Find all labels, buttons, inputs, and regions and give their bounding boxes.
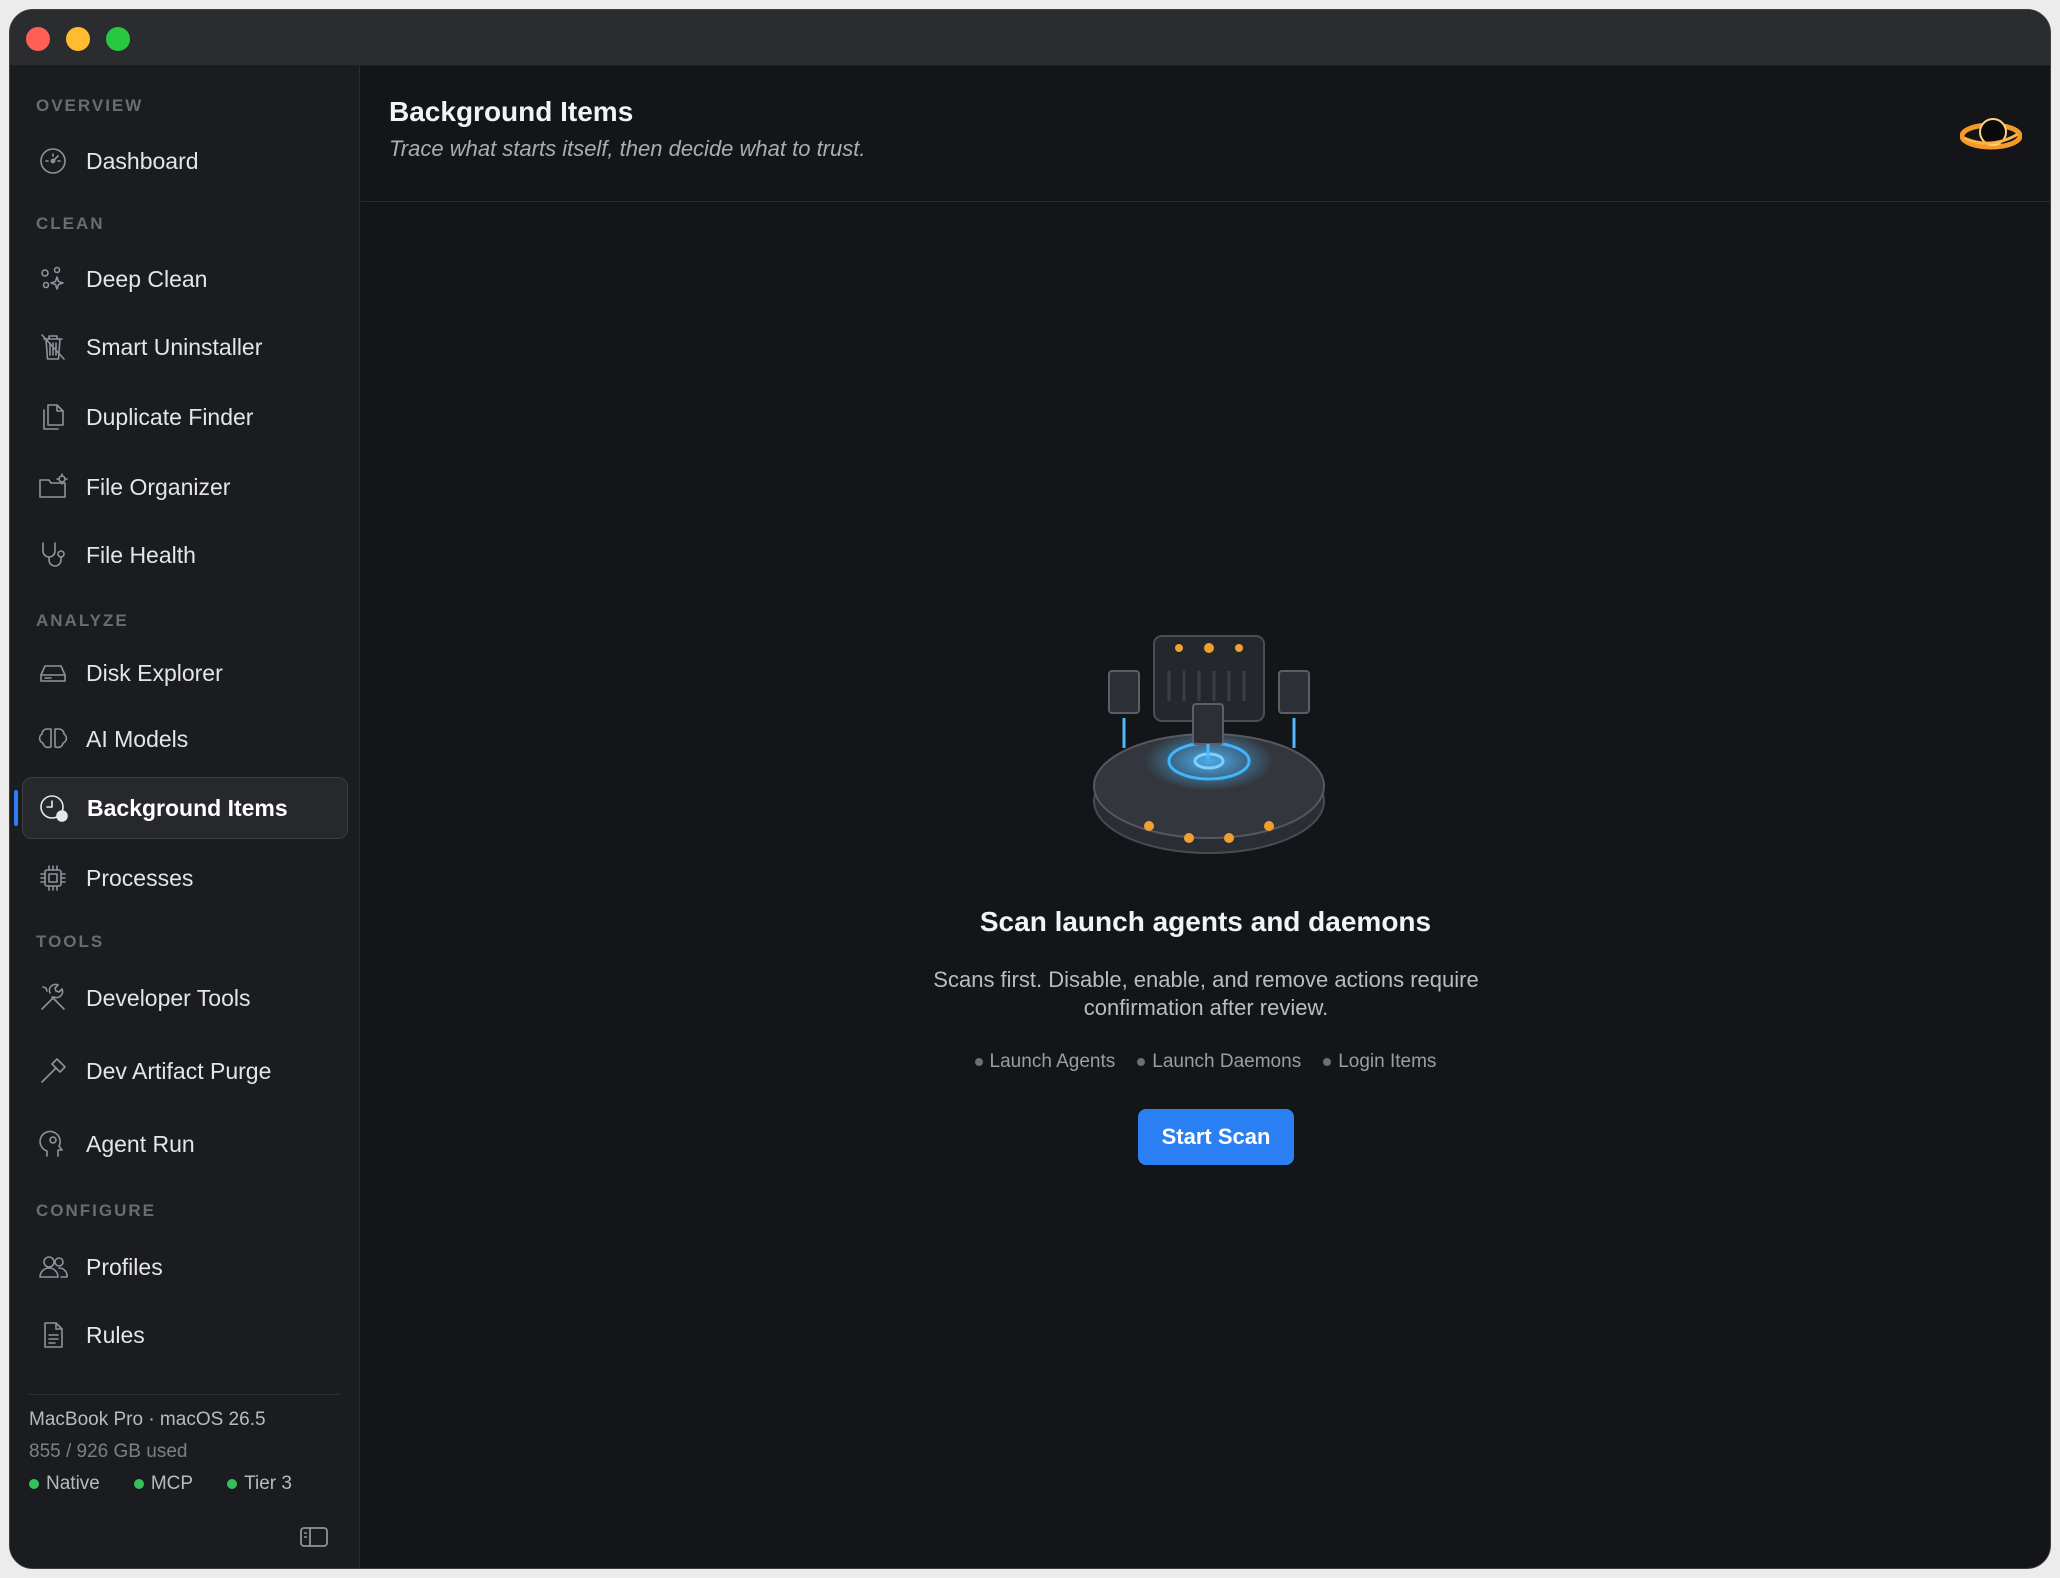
clock-badge-icon bbox=[37, 791, 71, 825]
section-clean: CLEAN bbox=[36, 214, 105, 233]
section-overview: OVERVIEW bbox=[36, 96, 144, 115]
section-tools: TOOLS bbox=[36, 932, 105, 951]
sidebar: OVERVIEW Dashboard CLEAN Deep Clean Smar… bbox=[10, 66, 360, 1568]
people-icon bbox=[36, 1250, 70, 1284]
doc-icon bbox=[36, 1318, 70, 1352]
app-window: OVERVIEW Dashboard CLEAN Deep Clean Smar… bbox=[9, 9, 2051, 1569]
active-indicator bbox=[14, 790, 18, 826]
documents-icon bbox=[36, 400, 70, 434]
status-dot-icon bbox=[29, 1479, 39, 1489]
sidebar-item-label: Dashboard bbox=[86, 147, 199, 174]
sparkles-icon bbox=[36, 262, 70, 296]
sidebar-item-label: Deep Clean bbox=[86, 265, 208, 292]
sidebar-item-agent-run[interactable]: Agent Run bbox=[22, 1113, 348, 1175]
minimize-window-button[interactable] bbox=[66, 27, 90, 51]
sidebar-item-label: File Health bbox=[86, 541, 196, 568]
sidebar-item-label: Developer Tools bbox=[86, 984, 251, 1011]
sidebar-item-dashboard[interactable]: Dashboard bbox=[22, 130, 348, 192]
sidebar-item-label: Smart Uninstaller bbox=[86, 333, 263, 360]
wrench-screwdriver-icon bbox=[36, 981, 70, 1015]
sidebar-item-label: Rules bbox=[86, 1321, 145, 1348]
sidebar-item-file-organizer[interactable]: File Organizer bbox=[22, 456, 348, 518]
trash-icon bbox=[36, 330, 70, 364]
sidebar-item-label: AI Models bbox=[86, 725, 189, 752]
sidebar-item-label: Profiles bbox=[86, 1253, 163, 1280]
sidebar-item-deep-clean[interactable]: Deep Clean bbox=[22, 248, 348, 310]
status-badge: MCP bbox=[133, 1473, 193, 1495]
page-subtitle: Trace what starts itself, then decide wh… bbox=[389, 136, 866, 161]
status-dot-icon bbox=[227, 1479, 238, 1489]
empty-state-title: Scan launch agents and daemons bbox=[979, 906, 1432, 937]
page-header: Background Items Trace what starts itsel… bbox=[361, 66, 2050, 202]
sidebar-item-label: File Organizer bbox=[86, 473, 231, 500]
gauge-icon bbox=[36, 144, 70, 178]
scan-hub-illustration bbox=[1089, 626, 1329, 866]
main-content: Background Items Trace what starts itsel… bbox=[361, 66, 2050, 1568]
sidebar-item-label: Agent Run bbox=[86, 1130, 195, 1157]
bullet-icon bbox=[974, 1058, 983, 1066]
sidebar-scroll-area[interactable]: OVERVIEW Dashboard CLEAN Deep Clean Smar… bbox=[10, 66, 359, 1386]
status-dot-icon bbox=[133, 1479, 144, 1489]
chip-login-items: Login Items bbox=[1323, 1051, 1436, 1073]
drive-icon bbox=[36, 656, 70, 690]
status-badges: Native MCP Tier 3 bbox=[29, 1473, 292, 1495]
close-window-button[interactable] bbox=[26, 27, 50, 51]
hammer-icon bbox=[36, 1054, 70, 1088]
section-configure: CONFIGURE bbox=[36, 1201, 156, 1220]
black-hole-logo-icon bbox=[1959, 106, 2023, 162]
bullet-icon bbox=[1137, 1058, 1146, 1066]
folder-gear-icon bbox=[36, 470, 70, 504]
sidebar-item-background-items[interactable]: Background Items bbox=[22, 777, 348, 839]
chip-launch-agents: Launch Agents bbox=[974, 1051, 1115, 1073]
disk-usage: 855 / 926 GB used bbox=[29, 1441, 188, 1462]
section-analyze: ANALYZE bbox=[36, 611, 129, 630]
sidebar-item-label: Dev Artifact Purge bbox=[86, 1057, 272, 1084]
sidebar-item-processes[interactable]: Processes bbox=[22, 847, 348, 909]
bullet-icon bbox=[1323, 1058, 1332, 1066]
cpu-icon bbox=[36, 861, 70, 895]
sidebar-item-label: Duplicate Finder bbox=[86, 403, 254, 430]
empty-state-description: Scans first. Disable, enable, and remove… bbox=[933, 967, 1479, 1020]
sidebar-item-file-health[interactable]: File Health bbox=[22, 524, 348, 586]
title-bar bbox=[10, 10, 2050, 66]
sidebar-item-dev-artifact-purge[interactable]: Dev Artifact Purge bbox=[22, 1040, 348, 1102]
sidebar-item-developer-tools[interactable]: Developer Tools bbox=[22, 967, 348, 1029]
sidebar-item-smart-uninstaller[interactable]: Smart Uninstaller bbox=[22, 316, 348, 378]
brain-icon bbox=[36, 722, 70, 756]
sidebar-item-label: Processes bbox=[86, 864, 194, 891]
zoom-window-button[interactable] bbox=[106, 27, 130, 51]
sidebar-item-label: Background Items bbox=[87, 794, 288, 821]
sidebar-item-label: Disk Explorer bbox=[86, 659, 223, 686]
sidebar-item-profiles[interactable]: Profiles bbox=[22, 1236, 348, 1298]
machine-info: MacBook Pro · macOS 26.5 bbox=[29, 1409, 266, 1430]
page-title: Background Items bbox=[389, 96, 634, 127]
sidebar-footer-divider bbox=[28, 1394, 341, 1395]
chip-launch-daemons: Launch Daemons bbox=[1137, 1051, 1301, 1073]
stethoscope-icon bbox=[36, 538, 70, 572]
sidebar-toggle-icon[interactable] bbox=[300, 1526, 328, 1548]
head-icon bbox=[36, 1127, 70, 1161]
sidebar-item-rules[interactable]: Rules bbox=[22, 1304, 348, 1366]
status-badge: Native bbox=[29, 1473, 100, 1495]
sidebar-item-disk-explorer[interactable]: Disk Explorer bbox=[22, 642, 348, 704]
scan-target-chips: Launch Agents Launch Daemons Login Items bbox=[361, 1051, 2050, 1073]
sidebar-item-ai-models[interactable]: AI Models bbox=[22, 708, 348, 770]
status-badge: Tier 3 bbox=[227, 1473, 292, 1495]
sidebar-item-duplicate-finder[interactable]: Duplicate Finder bbox=[22, 386, 348, 448]
start-scan-button[interactable]: Start Scan bbox=[1138, 1109, 1294, 1165]
